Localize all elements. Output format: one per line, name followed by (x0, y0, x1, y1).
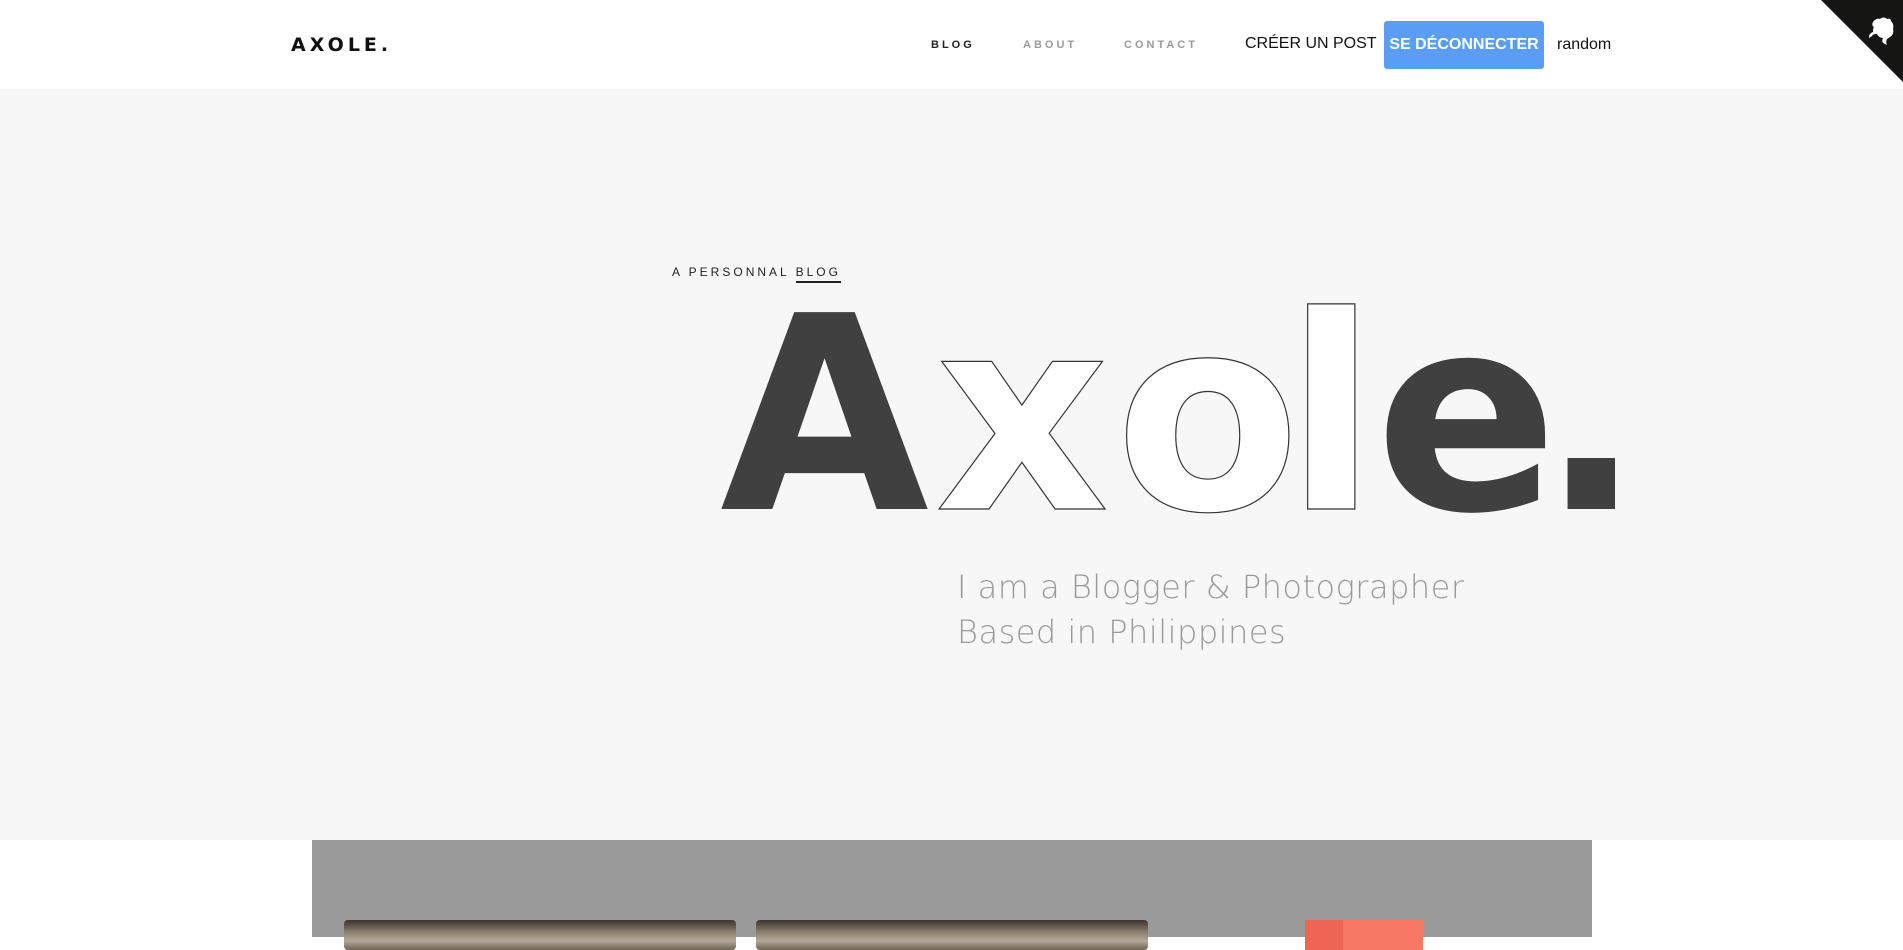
hero-title: A x o l e . (720, 257, 1643, 573)
hero-title-letter-o: o (1115, 258, 1301, 573)
nav-blog-link[interactable]: BLOG (931, 39, 975, 51)
hero-tagline-line2: Based in Philippines (957, 613, 1287, 651)
create-post-link[interactable]: CRÉER UN POST (1245, 35, 1377, 53)
hero-section: A PERSONNAL BLOG A x o l e . I am a Blog… (0, 89, 1903, 840)
site-logo[interactable]: AXOLE. (291, 34, 392, 56)
post-thumbnail[interactable] (756, 920, 1148, 950)
post-accent-shade (1305, 920, 1343, 950)
hero-title-letter-e: e (1375, 258, 1558, 573)
username-label: random (1557, 36, 1612, 53)
post-thumbnail[interactable] (344, 920, 736, 950)
nav-contact-link[interactable]: CONTACT (1124, 39, 1198, 51)
hero-title-letter-l: l (1285, 258, 1378, 573)
hero-title-letter-a: A (720, 258, 931, 573)
hero-title-period: . (1540, 258, 1643, 573)
logout-button[interactable]: SE DÉCONNECTER (1384, 21, 1544, 69)
hero-tagline: I am a Blogger & Photographer Based in P… (957, 565, 1465, 655)
nav-about-link[interactable]: ABOUT (1023, 39, 1077, 51)
site-header: AXOLE. BLOG ABOUT CONTACT CRÉER UN POST … (0, 0, 1903, 89)
github-octocat-icon[interactable] (1821, 0, 1903, 82)
hero-tagline-line1: I am a Blogger & Photographer (957, 568, 1465, 606)
hero-title-letter-x: x (935, 258, 1109, 573)
posts-section (312, 840, 1592, 950)
